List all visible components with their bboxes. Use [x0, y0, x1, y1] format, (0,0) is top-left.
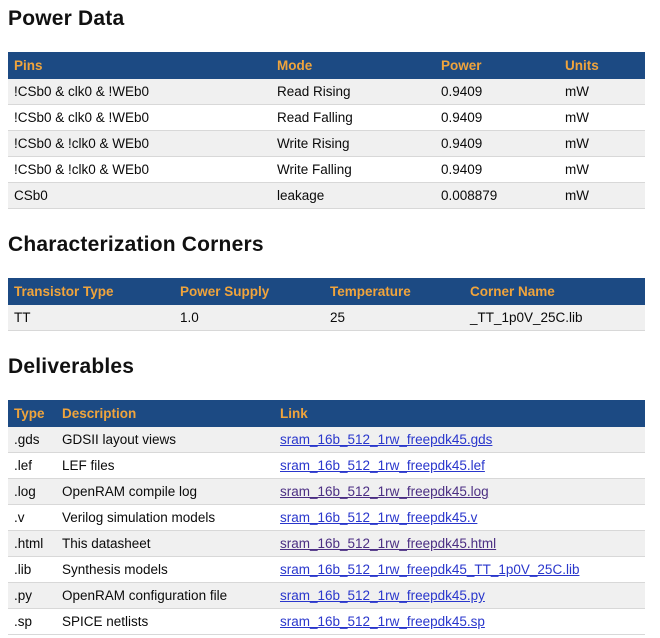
pins-cell: !CSb0 & clk0 & !WEb0 [8, 105, 271, 131]
power-supply-cell: 1.0 [174, 305, 324, 331]
link-cell: sram_16b_512_1rw_freepdk45.html [274, 531, 645, 557]
description-cell: OpenRAM compile log [56, 479, 274, 505]
link-cell: sram_16b_512_1rw_freepdk45.py [274, 583, 645, 609]
description-cell: Verilog simulation models [56, 505, 274, 531]
table-row: !CSb0 & !clk0 & WEb0 Write Rising 0.9409… [8, 131, 645, 157]
type-cell: .gds [8, 427, 56, 453]
mode-cell: Write Rising [271, 131, 435, 157]
corner-name-cell: _TT_1p0V_25C.lib [464, 305, 645, 331]
power-data-heading: Power Data [8, 7, 652, 31]
deliverable-link-lef[interactable]: sram_16b_512_1rw_freepdk45.lef [280, 458, 485, 473]
description-cell: GDSII layout views [56, 427, 274, 453]
description-cell: OpenRAM configuration file [56, 583, 274, 609]
table-row: TT 1.0 25 _TT_1p0V_25C.lib [8, 305, 645, 331]
link-cell: sram_16b_512_1rw_freepdk45_TT_1p0V_25C.l… [274, 557, 645, 583]
deliverables-header-row: Type Description Link [8, 400, 645, 427]
column-header-power-supply: Power Supply [174, 278, 324, 305]
type-cell: .lib [8, 557, 56, 583]
table-row: !CSb0 & clk0 & !WEb0 Read Rising 0.9409 … [8, 79, 645, 105]
column-header-link: Link [274, 400, 645, 427]
units-cell: mW [559, 157, 645, 183]
deliverable-link-py[interactable]: sram_16b_512_1rw_freepdk45.py [280, 588, 485, 603]
mode-cell: Read Falling [271, 105, 435, 131]
link-cell: sram_16b_512_1rw_freepdk45.v [274, 505, 645, 531]
power-cell: 0.008879 [435, 183, 559, 209]
mode-cell: Write Falling [271, 157, 435, 183]
power-cell: 0.9409 [435, 131, 559, 157]
table-row: .v Verilog simulation models sram_16b_51… [8, 505, 645, 531]
description-cell: Synthesis models [56, 557, 274, 583]
table-row: .log OpenRAM compile log sram_16b_512_1r… [8, 479, 645, 505]
corners-header-row: Transistor Type Power Supply Temperature… [8, 278, 645, 305]
column-header-transistor-type: Transistor Type [8, 278, 174, 305]
deliverable-link-lib[interactable]: sram_16b_512_1rw_freepdk45_TT_1p0V_25C.l… [280, 562, 579, 577]
units-cell: mW [559, 79, 645, 105]
table-row: .html This datasheet sram_16b_512_1rw_fr… [8, 531, 645, 557]
table-row: !CSb0 & !clk0 & WEb0 Write Falling 0.940… [8, 157, 645, 183]
link-cell: sram_16b_512_1rw_freepdk45.log [274, 479, 645, 505]
column-header-type: Type [8, 400, 56, 427]
deliverable-link-sp[interactable]: sram_16b_512_1rw_freepdk45.sp [280, 614, 485, 629]
table-row: .gds GDSII layout views sram_16b_512_1rw… [8, 427, 645, 453]
power-cell: 0.9409 [435, 105, 559, 131]
deliverable-link-html[interactable]: sram_16b_512_1rw_freepdk45.html [280, 536, 496, 551]
column-header-corner-name: Corner Name [464, 278, 645, 305]
units-cell: mW [559, 131, 645, 157]
power-cell: 0.9409 [435, 157, 559, 183]
mode-cell: Read Rising [271, 79, 435, 105]
table-row: CSb0 leakage 0.008879 mW [8, 183, 645, 209]
type-cell: .py [8, 583, 56, 609]
table-row: .py OpenRAM configuration file sram_16b_… [8, 583, 645, 609]
column-header-units: Units [559, 52, 645, 79]
deliverable-link-v[interactable]: sram_16b_512_1rw_freepdk45.v [280, 510, 477, 525]
pins-cell: !CSb0 & !clk0 & WEb0 [8, 157, 271, 183]
column-header-power: Power [435, 52, 559, 79]
deliverable-link-gds[interactable]: sram_16b_512_1rw_freepdk45.gds [280, 432, 492, 447]
description-cell: This datasheet [56, 531, 274, 557]
link-cell: sram_16b_512_1rw_freepdk45.gds [274, 427, 645, 453]
units-cell: mW [559, 105, 645, 131]
column-header-description: Description [56, 400, 274, 427]
column-header-pins: Pins [8, 52, 271, 79]
description-cell: LEF files [56, 453, 274, 479]
power-data-header-row: Pins Mode Power Units [8, 52, 645, 79]
type-cell: .html [8, 531, 56, 557]
table-row: !CSb0 & clk0 & !WEb0 Read Falling 0.9409… [8, 105, 645, 131]
power-data-table: Pins Mode Power Units !CSb0 & clk0 & !WE… [8, 52, 645, 209]
pins-cell: CSb0 [8, 183, 271, 209]
table-row: .lef LEF files sram_16b_512_1rw_freepdk4… [8, 453, 645, 479]
mode-cell: leakage [271, 183, 435, 209]
table-row: .lib Synthesis models sram_16b_512_1rw_f… [8, 557, 645, 583]
deliverable-link-log[interactable]: sram_16b_512_1rw_freepdk45.log [280, 484, 489, 499]
units-cell: mW [559, 183, 645, 209]
column-header-temperature: Temperature [324, 278, 464, 305]
pins-cell: !CSb0 & !clk0 & WEb0 [8, 131, 271, 157]
pins-cell: !CSb0 & clk0 & !WEb0 [8, 79, 271, 105]
type-cell: .v [8, 505, 56, 531]
temperature-cell: 25 [324, 305, 464, 331]
characterization-corners-heading: Characterization Corners [8, 233, 652, 257]
power-cell: 0.9409 [435, 79, 559, 105]
link-cell: sram_16b_512_1rw_freepdk45.lef [274, 453, 645, 479]
deliverables-heading: Deliverables [8, 355, 652, 379]
column-header-mode: Mode [271, 52, 435, 79]
transistor-type-cell: TT [8, 305, 174, 331]
deliverables-table: Type Description Link .gds GDSII layout … [8, 400, 645, 635]
characterization-corners-table: Transistor Type Power Supply Temperature… [8, 278, 645, 331]
type-cell: .lef [8, 453, 56, 479]
type-cell: .log [8, 479, 56, 505]
